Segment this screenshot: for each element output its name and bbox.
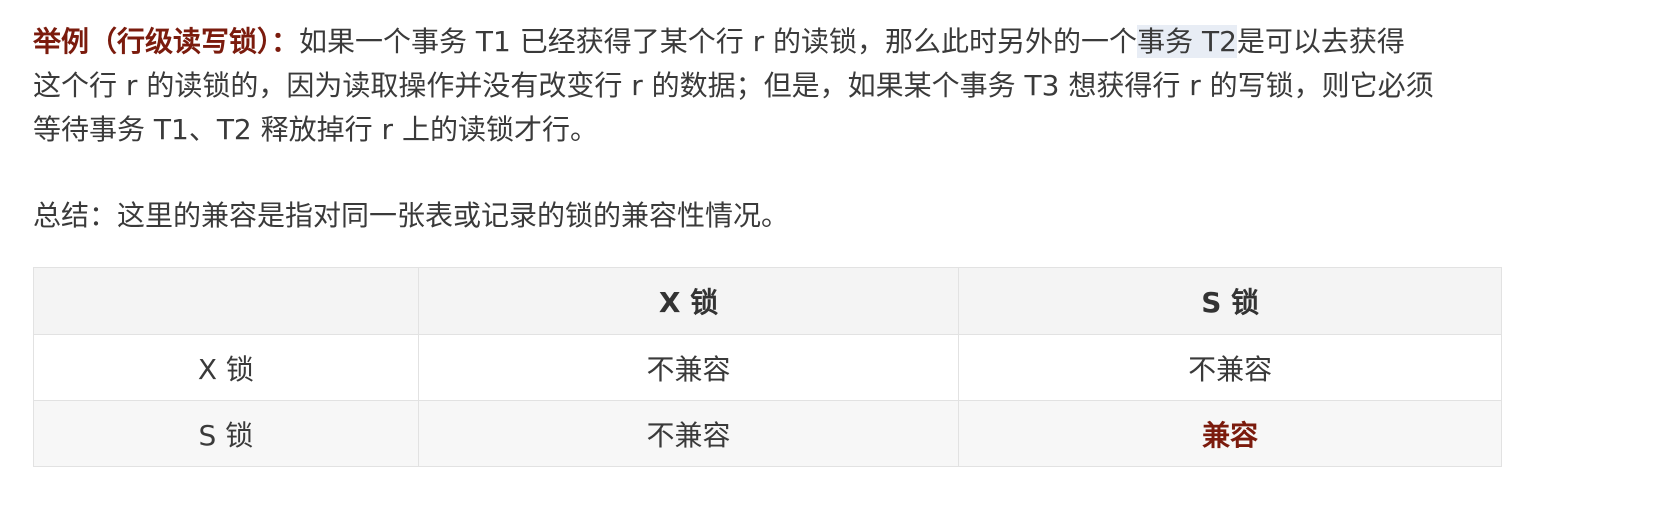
table-cell: 不兼容 bbox=[958, 334, 1502, 401]
row-label-x-lock: X 锁 bbox=[33, 334, 419, 401]
example-label: 举例（行级读写锁）： bbox=[33, 25, 300, 58]
paragraph-line-3: 等待事务 T1、T2 释放掉行 r 上的读锁才行。 bbox=[33, 113, 598, 146]
page: 举例（行级读写锁）：如果一个事务 T1 已经获得了某个行 r 的读锁，那么此时另… bbox=[0, 0, 1675, 528]
table-header-empty bbox=[33, 267, 419, 335]
row-label-s-lock: S 锁 bbox=[33, 400, 419, 467]
lock-compatibility-table: X 锁 S 锁 X 锁 不兼容 不兼容 S 锁 不兼容 兼容 bbox=[33, 267, 1502, 467]
table-cell: 不兼容 bbox=[417, 334, 960, 401]
table-cell: 不兼容 bbox=[417, 400, 960, 467]
table-row: X 锁 不兼容 不兼容 bbox=[33, 334, 1502, 401]
highlighted-text: 事务 T2 bbox=[1137, 25, 1237, 58]
example-paragraph: 举例（行级读写锁）：如果一个事务 T1 已经获得了某个行 r 的读锁，那么此时另… bbox=[33, 20, 1533, 152]
summary-text: 总结：这里的兼容是指对同一张表或记录的锁的兼容性情况。 bbox=[33, 199, 790, 232]
table-header-row: X 锁 S 锁 bbox=[33, 267, 1502, 335]
table-row: S 锁 不兼容 兼容 bbox=[33, 400, 1502, 467]
paragraph-line-1: 举例（行级读写锁）：如果一个事务 T1 已经获得了某个行 r 的读锁，那么此时另… bbox=[33, 20, 1533, 64]
paragraph-line-1-text: 如果一个事务 T1 已经获得了某个行 r 的读锁，那么此时另外的一个 bbox=[299, 25, 1138, 58]
table-header-x-lock: X 锁 bbox=[417, 267, 960, 335]
paragraph-line-2: 这个行 r 的读锁的，因为读取操作并没有改变行 r 的数据；但是，如果某个事务 … bbox=[33, 69, 1434, 102]
paragraph-line-1-tail: 是可以去获得 bbox=[1236, 25, 1405, 58]
table-cell-compatible: 兼容 bbox=[958, 400, 1502, 467]
table-header-s-lock: S 锁 bbox=[958, 267, 1502, 335]
